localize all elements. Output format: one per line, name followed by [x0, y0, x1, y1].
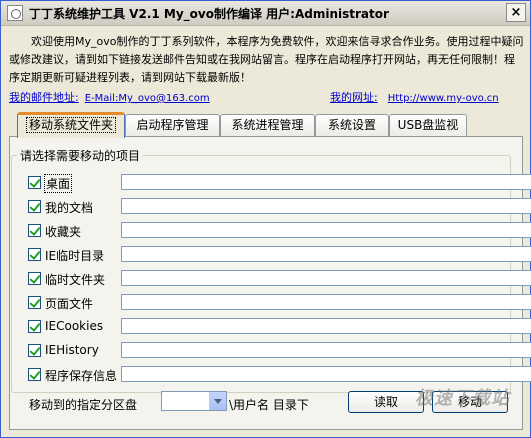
checkbox-ie-history[interactable]	[28, 344, 41, 357]
checkbox-favorites[interactable]	[28, 224, 41, 237]
email-link-row[interactable]: 我的邮件地址: E-Mail:My_ovo@163.com	[9, 89, 210, 105]
label-ie-temp[interactable]: IE临时目录	[45, 247, 104, 264]
path-input-my-documents[interactable]	[121, 198, 531, 214]
item-row-temp-folder: 临时文件夹	[28, 270, 531, 288]
tab-usb-monitor[interactable]: USB盘监视	[389, 114, 467, 136]
checkbox-desktop[interactable]	[28, 176, 41, 189]
close-button[interactable]: ×	[506, 3, 526, 22]
email-label[interactable]: 我的邮件地址:	[9, 91, 79, 104]
intro-text: 欢迎使用My_ovo制作的丁丁系列软件，本程序为免费软件，欢迎来信寻求合作业务。…	[9, 35, 524, 84]
label-desktop[interactable]: 桌面	[44, 174, 73, 193]
tab-system-processes[interactable]: 系统进程管理	[220, 114, 315, 136]
item-row-program-saved-info: 程序保存信息	[28, 366, 531, 384]
chevron-down-icon[interactable]	[209, 392, 226, 410]
user-dir-suffix-label: \用户名 目录下	[229, 398, 309, 412]
tab-move-folders[interactable]: 移动系统文件夹	[17, 112, 125, 138]
label-page-file[interactable]: 页面文件	[45, 295, 93, 312]
website-label[interactable]: 我的网址:	[330, 91, 378, 104]
label-my-documents[interactable]: 我的文档	[45, 199, 93, 216]
item-row-ie-temp: IE临时目录	[28, 246, 531, 264]
website-link[interactable]: Http://www.my-ovo.cn	[388, 93, 499, 104]
label-program-saved-info[interactable]: 程序保存信息	[45, 367, 117, 384]
item-row-favorites: 收藏夹	[28, 222, 531, 240]
item-row-desktop: 桌面	[28, 174, 531, 193]
path-input-program-saved-info[interactable]	[121, 366, 531, 382]
item-row-page-file: 页面文件	[28, 294, 531, 312]
checkbox-ie-temp[interactable]	[28, 248, 41, 261]
website-link-row[interactable]: 我的网址: Http://www.my-ovo.cn	[330, 89, 499, 105]
path-input-temp-folder[interactable]	[121, 270, 531, 286]
path-input-ie-history[interactable]	[121, 342, 531, 358]
watermark-logo: 极速下载站	[415, 388, 510, 409]
path-input-ie-cookies[interactable]	[121, 318, 531, 334]
read-button[interactable]: 读取	[348, 391, 424, 413]
tab-system-settings[interactable]: 系统设置	[315, 114, 389, 136]
item-row-my-documents: 我的文档	[28, 198, 531, 216]
item-row-ie-cookies: IECookies	[28, 318, 531, 336]
tab-startup-programs[interactable]: 启动程序管理	[125, 114, 220, 136]
path-input-ie-temp[interactable]	[121, 246, 531, 262]
main-window: 丁丁系统维护工具 V2.1 My_ovo制作编译 用户:Administrato…	[0, 0, 531, 438]
label-ie-history[interactable]: IEHistory	[45, 343, 99, 357]
drive-select[interactable]	[161, 391, 227, 411]
checkbox-ie-cookies[interactable]	[28, 320, 41, 333]
checkbox-temp-folder[interactable]	[28, 272, 41, 285]
label-ie-cookies[interactable]: IECookies	[45, 319, 103, 333]
checkbox-page-file[interactable]	[28, 296, 41, 309]
checkbox-program-saved-info[interactable]	[28, 368, 41, 381]
path-input-favorites[interactable]	[121, 222, 531, 238]
target-drive-label: 移动到的指定分区盘	[29, 398, 138, 412]
item-row-ie-history: IEHistory	[28, 342, 531, 360]
window-title: 丁丁系统维护工具 V2.1 My_ovo制作编译 用户:Administrato…	[29, 7, 389, 21]
path-input-page-file[interactable]	[121, 294, 531, 310]
label-favorites[interactable]: 收藏夹	[45, 223, 81, 240]
app-icon	[7, 5, 23, 21]
label-temp-folder[interactable]: 临时文件夹	[45, 271, 105, 288]
email-link[interactable]: E-Mail:My_ovo@163.com	[85, 93, 210, 104]
path-input-desktop[interactable]	[121, 174, 531, 190]
group-title: 请选择需要移动的项目	[17, 147, 144, 164]
checkbox-my-documents[interactable]	[28, 200, 41, 213]
title-bar[interactable]: 丁丁系统维护工具 V2.1 My_ovo制作编译 用户:Administrato…	[1, 1, 530, 26]
